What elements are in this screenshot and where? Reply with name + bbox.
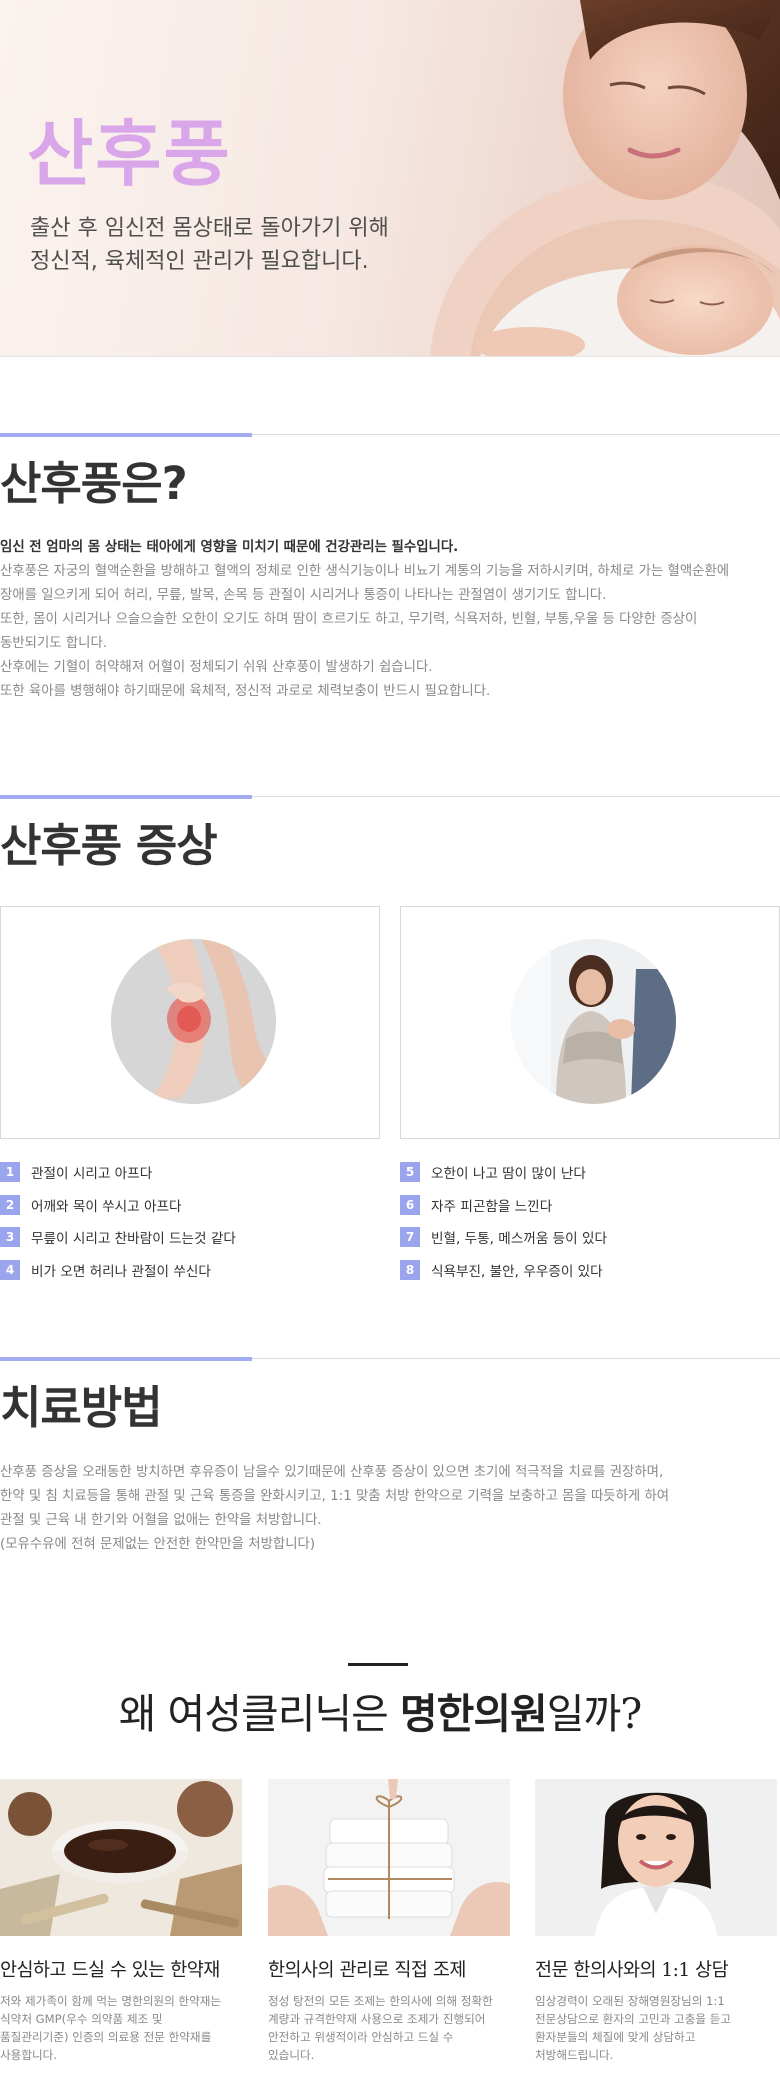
about-line: 산후에는 기혈이 허약해져 어혈이 정체되기 쉬워 산후풍이 발생하기 쉽습니다… (0, 660, 433, 675)
about-line: 동반되기도 합니다. (0, 636, 108, 651)
symptom-list-right: 5 오한이 나고 땀이 많이 난다 6 자주 피곤함을 느낀다 7 빈혈, 두통… (400, 1156, 780, 1286)
treatment-text: 산후풍 증상을 오래동한 방치하면 후유증이 남을수 있기때문에 산후풍 증상이… (0, 1461, 780, 1557)
symptom-number: 7 (400, 1227, 420, 1248)
symptom-text: 관절이 시리고 아프다 (31, 1166, 153, 1183)
section-accent-bar (0, 1357, 252, 1361)
symptom-item: 8 식욕부진, 불안, 우우증이 있다 (400, 1254, 780, 1287)
symptom-number: 3 (0, 1227, 20, 1248)
feature-desc-line: 저와 제가족이 함께 먹는 명한의원의 한약재는 (0, 1994, 222, 2008)
symptom-number: 2 (0, 1194, 20, 1215)
about-section-title: 산후풍은? (0, 457, 188, 510)
symptom-text: 식욕부진, 불안, 우우증이 있다 (431, 1263, 603, 1280)
herbal-tea-photo (0, 1779, 242, 1936)
symptom-item: 4 비가 오면 허리나 관절이 쑤신다 (0, 1254, 380, 1287)
symptom-text: 무릎이 시리고 찬바람이 드는것 같다 (31, 1231, 236, 1248)
hero-title: 산후풍 (27, 112, 232, 196)
section-accent-bar (0, 795, 252, 799)
treatment-line: (모유수유에 전혀 문제없는 안전한 한약만을 처방합니다) (0, 1537, 316, 1552)
about-lead: 임신 전 엄마의 몸 상태는 태아에게 영향을 미치기 때문에 건강관리는 필수… (0, 540, 459, 555)
symptom-list-left: 1 관절이 시리고 아프다 2 어깨와 목이 쑤시고 아프다 3 무릎이 시리고… (0, 1156, 380, 1286)
section-accent-bar (0, 433, 252, 437)
symptom-item: 6 자주 피곤함을 느낀다 (400, 1189, 780, 1222)
symptom-item: 5 오한이 나고 땀이 많이 난다 (400, 1156, 780, 1189)
why-heading-suffix: 일까? (546, 1690, 642, 1738)
why-heading-bar (348, 1663, 408, 1666)
woman-blanket-photo (511, 939, 676, 1104)
about-text: 임신 전 엄마의 몸 상태는 태아에게 영향을 미치기 때문에 건강관리는 필수… (0, 536, 780, 704)
symptom-item: 7 빈혈, 두통, 메스꺼움 등이 있다 (400, 1221, 780, 1254)
symptom-text: 자주 피곤함을 느낀다 (431, 1198, 553, 1215)
symptom-number: 6 (400, 1194, 420, 1215)
feature-desc-line: 정성 탕전의 모든 조제는 한의사에 의해 정확한 (268, 1994, 493, 2008)
about-line: 또한, 몸이 시리거나 으슬으슬한 오한이 오기도 하며 땀이 흐르기도 하고,… (0, 612, 698, 627)
symptom-number: 1 (0, 1162, 20, 1183)
feature-description: 정성 탕전의 모든 조제는 한의사에 의해 정확한 계량과 규격한약재 사용으로… (268, 1992, 510, 2064)
hero-banner: 산후풍 출산 후 임신전 몸상태로 돌아가기 위해 정신적, 육체적인 관리가 … (0, 0, 780, 357)
feature-desc-line: 임상경력이 오래된 장해영원장님의 1:1 (535, 1994, 725, 2008)
hero-subtitle: 출산 후 임신전 몸상태로 돌아가기 위해 정신적, 육체적인 관리가 필요합니… (30, 212, 389, 278)
feature-description: 임상경력이 오래된 장해영원장님의 1:1 전문상담으로 환자의 고민과 고충을… (535, 1992, 777, 2064)
knee-pain-photo (111, 939, 276, 1104)
feature-desc-line: 있습니다. (268, 2048, 315, 2062)
feature-title: 안심하고 드실 수 있는 한약재 (0, 1960, 220, 1981)
symptom-card-chills (400, 906, 780, 1139)
feature-desc-line: 사용합니다. (0, 2048, 58, 2062)
doctor-portrait-photo (535, 1779, 777, 1936)
hero-subtitle-line: 정신적, 육체적인 관리가 필요합니다. (30, 249, 369, 274)
symptom-number: 4 (0, 1259, 20, 1280)
about-line: 또한 육아를 병행해야 하기때문에 육체적, 정신적 과로로 체력보충이 반드시… (0, 684, 491, 699)
feature-title: 한의사의 관리로 직접 조제 (268, 1960, 466, 1981)
feature-desc-line: 식약처 GMP(우수 의약품 제조 및 (0, 2012, 163, 2026)
symptom-text: 비가 오면 허리나 관절이 쑤신다 (31, 1263, 211, 1280)
feature-desc-line: 안전하고 위생적이라 안심하고 드실 수 (268, 2030, 454, 2044)
about-line: 장애를 일으키게 되어 허리, 무릎, 발목, 손목 등 관절이 시리거나 통증… (0, 588, 607, 603)
treatment-line: 한약 및 침 치료등을 통해 관절 및 근육 통증을 완화시키고, 1:1 맞춤… (0, 1489, 670, 1504)
feature-desc-line: 품질관리기준) 인증의 의료용 전문 한약재를 (0, 2030, 212, 2044)
hero-subtitle-line: 출산 후 임신전 몸상태로 돌아가기 위해 (30, 216, 389, 241)
symptom-item: 3 무릎이 시리고 찬바람이 드는것 같다 (0, 1221, 380, 1254)
symptoms-section-title: 산후풍 증상 (0, 819, 218, 872)
symptom-card-joint-pain (0, 906, 380, 1139)
treatment-line: 관절 및 근육 내 한기와 어혈을 없애는 한약을 처방합니다. (0, 1513, 322, 1528)
feature-title: 전문 한의사와의 1:1 상담 (535, 1960, 729, 1981)
symptom-item: 1 관절이 시리고 아프다 (0, 1156, 380, 1189)
treatment-line: 산후풍 증상을 오래동한 방치하면 후유증이 남을수 있기때문에 산후풍 증상이… (0, 1465, 664, 1480)
symptom-item: 2 어깨와 목이 쑤시고 아프다 (0, 1189, 380, 1222)
feature-description: 저와 제가족이 함께 먹는 명한의원의 한약재는 식약처 GMP(우수 의약품 … (0, 1992, 242, 2064)
medicine-packs-photo (268, 1779, 510, 1936)
feature-desc-line: 처방해드립니다. (535, 2048, 614, 2062)
about-line: 산후풍은 자궁의 혈액순환을 방해하고 혈액의 정체로 인한 생식기능이나 비뇨… (0, 564, 730, 579)
feature-desc-line: 전문상담으로 환자의 고민과 고충을 듣고 (535, 2012, 732, 2026)
why-heading-clinic-name: 명한의원 (399, 1690, 548, 1738)
why-heading-prefix: 왜 여성클리닉은 (118, 1690, 400, 1738)
why-heading: 왜 여성클리닉은 명한의원일까? (0, 1690, 760, 1739)
symptom-text: 어깨와 목이 쑤시고 아프다 (31, 1198, 182, 1215)
feature-herbal-medicine: 안심하고 드실 수 있는 한약재 저와 제가족이 함께 먹는 명한의원의 한약재… (0, 1779, 242, 2064)
feature-desc-line: 계량과 규격한약재 사용으로 조제가 진행되어 (268, 2012, 486, 2026)
symptom-number: 5 (400, 1162, 420, 1183)
feature-direct-preparation: 한의사의 관리로 직접 조제 정성 탕전의 모든 조제는 한의사에 의해 정확한… (268, 1779, 510, 2064)
symptom-text: 오한이 나고 땀이 많이 난다 (431, 1166, 586, 1183)
feature-desc-line: 환자분들의 체질에 맞게 상담하고 (535, 2030, 696, 2044)
symptom-text: 빈혈, 두통, 메스꺼움 등이 있다 (431, 1231, 608, 1248)
feature-consultation: 전문 한의사와의 1:1 상담 임상경력이 오래된 장해영원장님의 1:1 전문… (535, 1779, 777, 2064)
treatment-section-title: 치료방법 (0, 1381, 163, 1434)
symptom-number: 8 (400, 1259, 420, 1280)
